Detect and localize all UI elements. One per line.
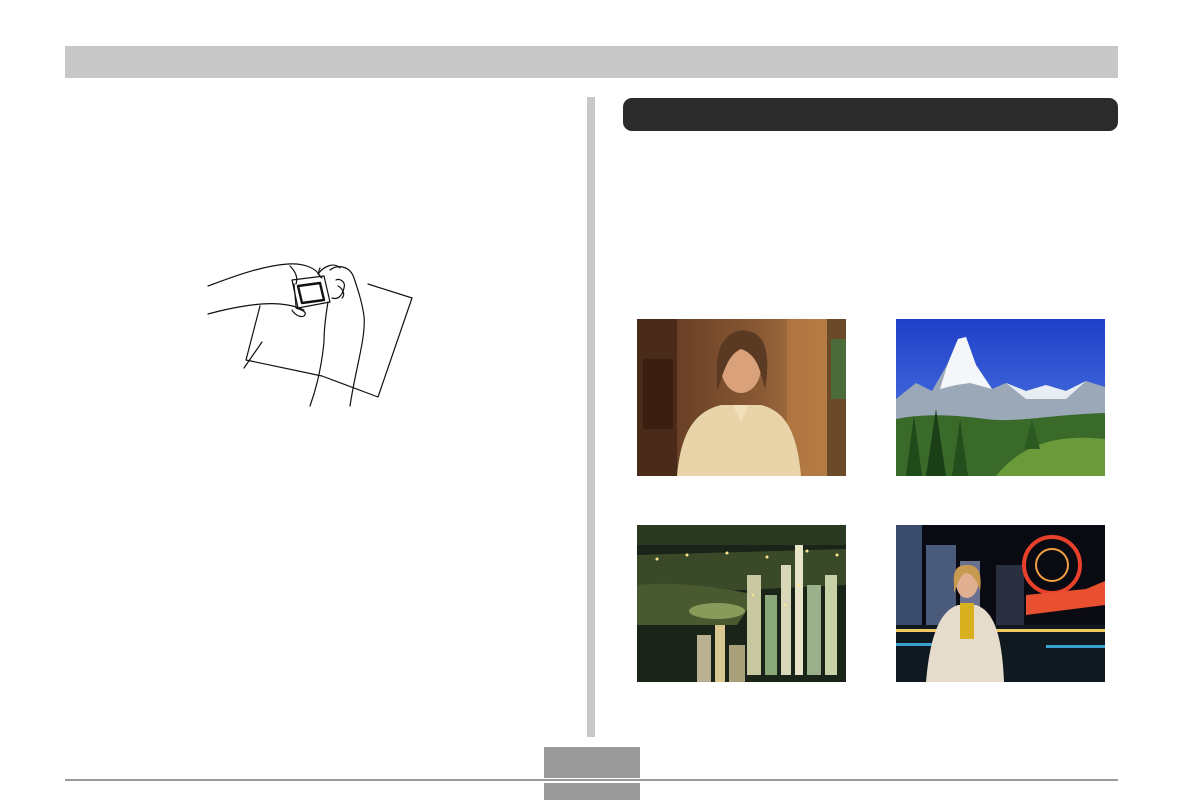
- camera-illustration: [200, 258, 422, 408]
- header-bar: [65, 46, 1118, 78]
- portrait-photo: [637, 319, 846, 476]
- night-scene-photo: [637, 525, 846, 682]
- scenery-photo: [896, 319, 1105, 476]
- paper-sheet-outline: [245, 283, 413, 398]
- column-divider: [587, 97, 595, 737]
- page-number-tab-base: [544, 783, 640, 800]
- camera-screen: [296, 281, 326, 305]
- section-heading-bar: [623, 98, 1118, 131]
- night-portrait-photo: [896, 525, 1105, 682]
- page-number-tab: [544, 747, 640, 778]
- camera-body: [291, 275, 331, 309]
- footer-line: [65, 779, 1118, 781]
